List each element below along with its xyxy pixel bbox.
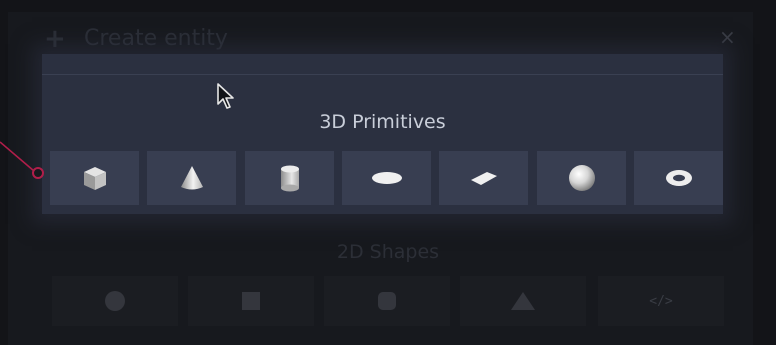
- primitive-tile-plane[interactable]: [439, 151, 528, 205]
- dialog-title: Create entity: [84, 26, 228, 51]
- disc-icon: [371, 172, 402, 184]
- primitive-tile-cube[interactable]: [50, 151, 139, 205]
- code-icon: </>: [649, 293, 673, 309]
- cube-icon: [83, 167, 106, 190]
- primitive-tile-disc[interactable]: [342, 151, 431, 205]
- section-title-2d-shapes: 2D Shapes: [336, 241, 440, 263]
- mouse-cursor-icon: [217, 83, 234, 109]
- triangle-icon: [511, 292, 535, 310]
- section-title-3d-primitives: 3D Primitives: [319, 111, 446, 133]
- sphere-icon: [568, 165, 595, 191]
- plane-icon: [470, 172, 497, 185]
- cylinder-icon: [280, 165, 299, 192]
- rounded-square-icon: [378, 292, 396, 310]
- circle-icon: [105, 291, 125, 311]
- annotation-pointer: [0, 141, 44, 179]
- primitive-tile-cylinder[interactable]: [245, 151, 334, 205]
- shape-tile-circle[interactable]: [52, 276, 178, 326]
- primitive-tile-cone[interactable]: [147, 151, 236, 205]
- shape-tile-code[interactable]: </>: [598, 276, 724, 326]
- primitive-tile-torus[interactable]: [634, 151, 723, 205]
- square-icon: [242, 292, 260, 310]
- shape-tile-rounded-square[interactable]: [324, 276, 450, 326]
- divider: [42, 74, 723, 75]
- close-icon[interactable]: ×: [719, 24, 736, 50]
- cone-icon: [180, 166, 203, 190]
- primitive-tile-sphere[interactable]: [537, 151, 626, 205]
- primitives-3d-row: [50, 151, 723, 205]
- primitives-3d-panel: 3D Primitives: [42, 54, 723, 214]
- shape-tile-square[interactable]: [188, 276, 314, 326]
- shapes-2d-row: </>: [52, 276, 724, 326]
- shape-tile-triangle[interactable]: [460, 276, 586, 326]
- torus-icon: [665, 170, 692, 186]
